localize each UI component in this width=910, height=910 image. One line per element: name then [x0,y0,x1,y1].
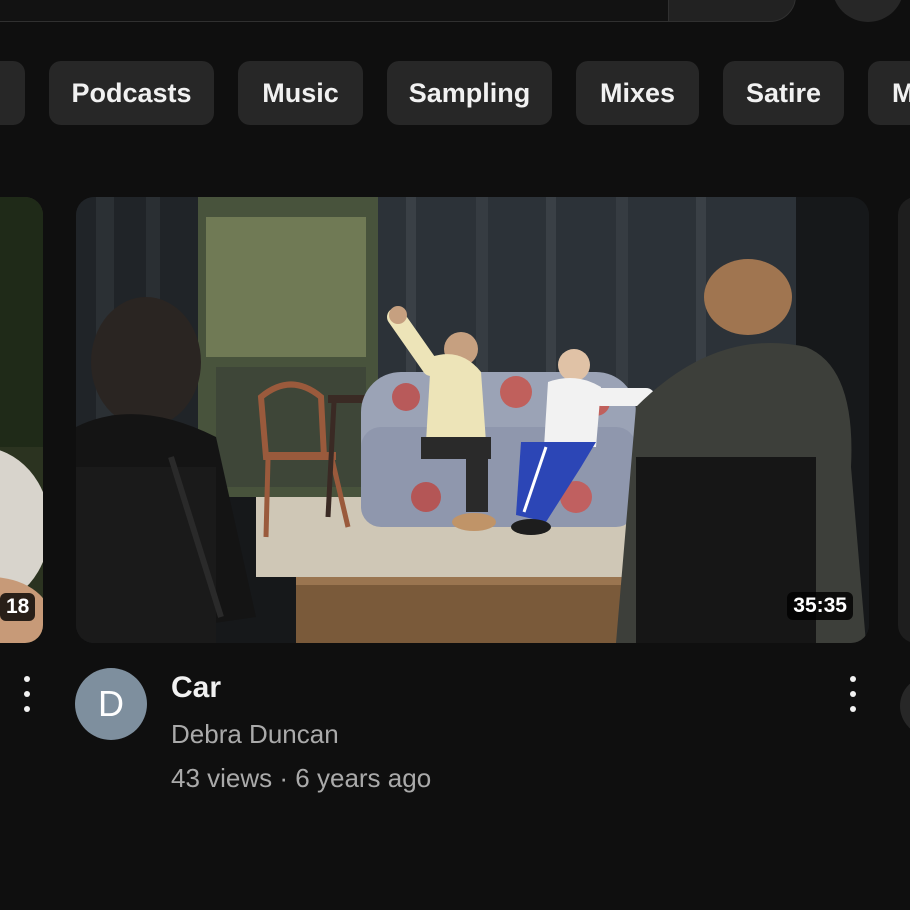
search-input[interactable] [0,0,672,22]
chip-satire[interactable]: Satire [723,61,844,125]
chip-mixes[interactable]: Mixes [576,61,699,125]
kebab-dot [850,676,856,682]
separator-dot: · [279,763,289,793]
thumbnail-image [76,197,869,643]
video-thumbnail-right[interactable] [898,197,910,643]
upload-age: 6 years ago [295,763,432,793]
channel-avatar[interactable]: D [75,668,147,740]
video-title[interactable]: Car [171,671,221,705]
kebab-dot [850,706,856,712]
more-options-button-left[interactable] [22,676,32,712]
chip-partial-left[interactable] [0,61,25,125]
chip-sampling[interactable]: Sampling [387,61,552,125]
video-thumbnail[interactable]: 35:35 [76,197,869,643]
duration-badge-left: 18 [0,593,36,621]
voice-search-button[interactable] [832,0,904,22]
chip-podcasts[interactable]: Podcasts [49,61,214,125]
thumbnail-image-left [0,197,43,643]
duration-badge: 35:35 [787,592,853,620]
view-count: 43 views [171,763,273,793]
kebab-dot [24,676,30,682]
kebab-dot [24,691,30,697]
youtube-home-feed: Podcasts Music Sampling Mixes Satire M 1… [0,0,910,910]
search-button[interactable] [668,0,796,22]
chip-partial-right[interactable]: M [868,61,910,125]
kebab-dot [24,706,30,712]
channel-avatar-right[interactable] [900,676,910,736]
kebab-dot [850,691,856,697]
video-stats: 43 views · 6 years ago [171,763,431,794]
video-thumbnail-left[interactable]: 18 [0,197,43,643]
chip-music[interactable]: Music [238,61,363,125]
channel-name[interactable]: Debra Duncan [171,719,339,750]
more-options-button[interactable] [848,676,858,712]
avatar-letter: D [98,683,124,724]
